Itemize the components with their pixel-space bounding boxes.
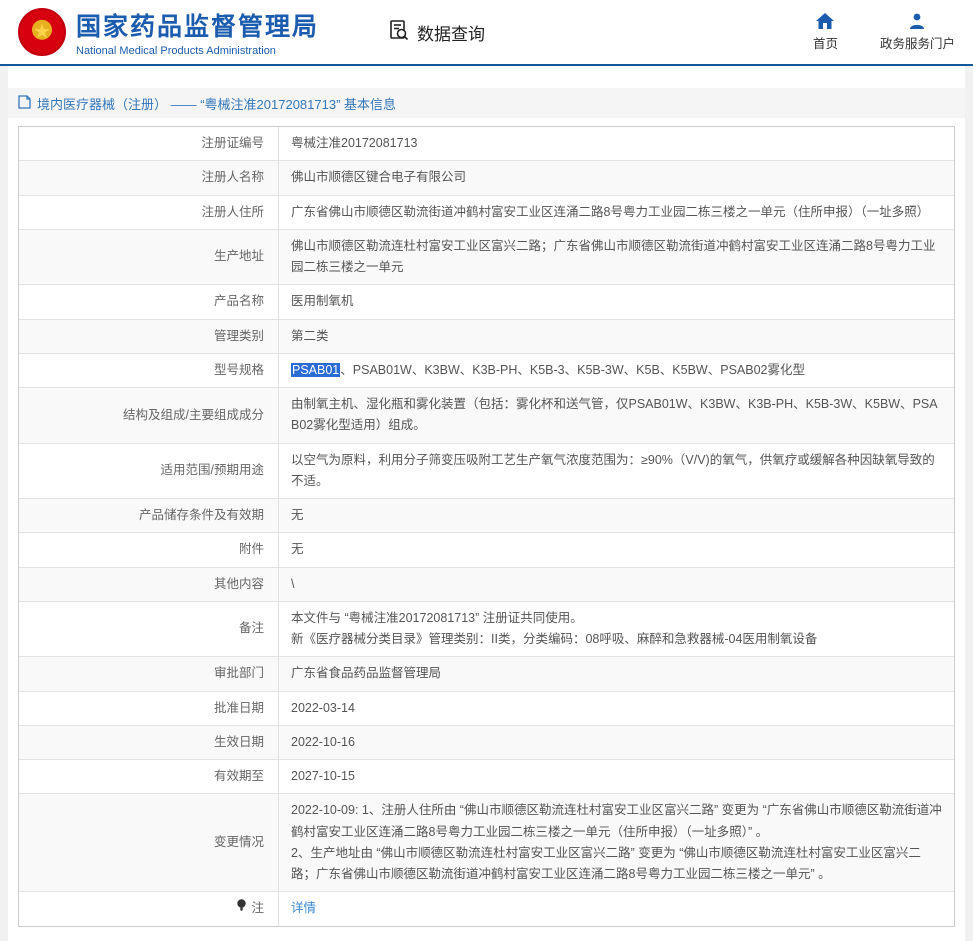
row-value: 佛山市顺德区键合电子有限公司 xyxy=(279,161,954,194)
table-row: 批准日期 2022-03-14 xyxy=(19,692,954,726)
row-label: 有效期至 xyxy=(19,760,279,793)
page-title-bar: 境内医疗器械（注册） —— “粤械注准20172081713” 基本信息 xyxy=(8,88,965,118)
nav-portal[interactable]: 政务服务门户 xyxy=(880,13,955,52)
document-search-icon xyxy=(387,18,411,47)
row-value: 2022-10-16 xyxy=(279,726,954,759)
row-value: 2027-10-15 xyxy=(279,760,954,793)
row-label: 其他内容 xyxy=(19,568,279,601)
row-label: 型号规格 xyxy=(19,354,279,387)
table-row: 注册人名称 佛山市顺德区键合电子有限公司 xyxy=(19,161,954,195)
table-row: 注册证编号 粤械注准20172081713 xyxy=(19,127,954,161)
row-value: 广东省佛山市顺德区勒流街道冲鹤村富安工业区连涌二路8号粤力工业园二栋三楼之一单元… xyxy=(279,196,954,229)
data-query-label: 数据查询 xyxy=(417,20,485,45)
row-value: 佛山市顺德区勒流连杜村富安工业区富兴二路；广东省佛山市顺德区勒流街道冲鹤村富安工… xyxy=(279,230,954,285)
change-line: 2022-10-09: 1、注册人住所由 “佛山市顺德区勒流连杜村富安工业区富兴… xyxy=(291,800,942,843)
table-row: 产品名称 医用制氧机 xyxy=(19,285,954,319)
table-row: 注册人住所 广东省佛山市顺德区勒流街道冲鹤村富安工业区连涌二路8号粤力工业园二栋… xyxy=(19,196,954,230)
remark-line: 新《医疗器械分类目录》管理类别：II类，分类编码：08呼吸、麻醉和急救器械-04… xyxy=(291,629,942,650)
row-label: 注 xyxy=(19,892,279,925)
row-value: 无 xyxy=(279,499,954,532)
row-label: 生产地址 xyxy=(19,230,279,285)
note-lamp-icon xyxy=(236,898,247,919)
row-label: 附件 xyxy=(19,533,279,566)
row-label: 适用范围/预期用途 xyxy=(19,444,279,499)
person-icon xyxy=(909,13,925,29)
table-row-model-spec: 型号规格 PSAB01、PSAB01W、K3BW、K3B-PH、K5B-3、K5… xyxy=(19,354,954,388)
home-icon xyxy=(816,13,834,29)
content-gap xyxy=(8,66,965,88)
nav-home[interactable]: 首页 xyxy=(813,13,838,52)
table-row: 附件 无 xyxy=(19,533,954,567)
brand-text: 国家药品监督管理局 National Medical Products Admi… xyxy=(76,7,319,57)
table-row-change-history: 变更情况 2022-10-09: 1、注册人住所由 “佛山市顺德区勒流连杜村富安… xyxy=(19,794,954,892)
row-label: 备注 xyxy=(19,602,279,657)
details-link[interactable]: 详情 xyxy=(291,901,316,915)
row-value: 第二类 xyxy=(279,320,954,353)
row-label: 变更情况 xyxy=(19,794,279,891)
org-name-en: National Medical Products Administration xyxy=(76,45,319,57)
row-label: 注册人名称 xyxy=(19,161,279,194)
note-label: 注 xyxy=(251,898,264,919)
row-value: 2022-10-09: 1、注册人住所由 “佛山市顺德区勒流连杜村富安工业区富兴… xyxy=(279,794,954,891)
row-value: PSAB01、PSAB01W、K3BW、K3B-PH、K5B-3、K5B-3W、… xyxy=(279,354,954,387)
table-row: 其他内容 \ xyxy=(19,568,954,602)
row-label: 审批部门 xyxy=(19,657,279,690)
table-row: 有效期至 2027-10-15 xyxy=(19,760,954,794)
row-label: 注册证编号 xyxy=(19,127,279,160)
row-value: 粤械注准20172081713 xyxy=(279,127,954,160)
brand-logo[interactable]: ★ 国家药品监督管理局 National Medical Products Ad… xyxy=(18,7,319,57)
row-label: 批准日期 xyxy=(19,692,279,725)
page-title: 境内医疗器械（注册） —— “粤械注准20172081713” 基本信息 xyxy=(37,94,396,113)
row-value: \ xyxy=(279,568,954,601)
row-value: 无 xyxy=(279,533,954,566)
table-row: 生产地址 佛山市顺德区勒流连杜村富安工业区富兴二路；广东省佛山市顺德区勒流街道冲… xyxy=(19,230,954,286)
content-panel: 境内医疗器械（注册） —— “粤械注准20172081713” 基本信息 注册证… xyxy=(8,66,965,941)
table-row: 结构及组成/主要组成成分 由制氧主机、湿化瓶和雾化装置（包括：雾化杯和送气管，仅… xyxy=(19,388,954,444)
selected-model-text: PSAB01 xyxy=(291,363,340,377)
change-line: 2、生产地址由 “佛山市顺德区勒流连杜村富安工业区富兴二路” 变更为 “佛山市顺… xyxy=(291,843,942,886)
document-icon xyxy=(18,95,31,112)
nav-home-label: 首页 xyxy=(813,33,838,52)
table-row: 产品储存条件及有效期 无 xyxy=(19,499,954,533)
row-label: 产品储存条件及有效期 xyxy=(19,499,279,532)
remark-line: 本文件与 “粤械注准20172081713” 注册证共同使用。 xyxy=(291,608,942,629)
model-list-text: 、PSAB01W、K3BW、K3B-PH、K5B-3、K5B-3W、K5B、K5… xyxy=(340,363,805,377)
org-name-cn: 国家药品监督管理局 xyxy=(76,7,319,43)
data-query-tab[interactable]: 数据查询 xyxy=(387,18,485,47)
row-label: 生效日期 xyxy=(19,726,279,759)
table-row: 审批部门 广东省食品药品监督管理局 xyxy=(19,657,954,691)
table-row: 适用范围/预期用途 以空气为原料，利用分子筛变压吸附工艺生产氧气浓度范围为：≥9… xyxy=(19,444,954,500)
registration-info-table: 注册证编号 粤械注准20172081713 注册人名称 佛山市顺德区键合电子有限… xyxy=(18,126,955,927)
table-row-note: 注 详情 xyxy=(19,892,954,925)
row-value: 医用制氧机 xyxy=(279,285,954,318)
site-header: ★ 国家药品监督管理局 National Medical Products Ad… xyxy=(0,0,973,66)
row-value: 本文件与 “粤械注准20172081713” 注册证共同使用。 新《医疗器械分类… xyxy=(279,602,954,657)
row-value: 以空气为原料，利用分子筛变压吸附工艺生产氧气浓度范围为：≥90%（V/V)的氧气… xyxy=(279,444,954,499)
nav-portal-label: 政务服务门户 xyxy=(880,33,955,52)
header-nav: 首页 政务服务门户 xyxy=(813,13,955,52)
row-value: 2022-03-14 xyxy=(279,692,954,725)
row-value: 由制氧主机、湿化瓶和雾化装置（包括：雾化杯和送气管，仅PSAB01W、K3BW、… xyxy=(279,388,954,443)
table-row-remarks: 备注 本文件与 “粤械注准20172081713” 注册证共同使用。 新《医疗器… xyxy=(19,602,954,658)
row-label: 结构及组成/主要组成成分 xyxy=(19,388,279,443)
table-row: 管理类别 第二类 xyxy=(19,320,954,354)
row-value: 广东省食品药品监督管理局 xyxy=(279,657,954,690)
table-row: 生效日期 2022-10-16 xyxy=(19,726,954,760)
row-value: 详情 xyxy=(279,892,954,925)
row-label: 注册人住所 xyxy=(19,196,279,229)
row-label: 管理类别 xyxy=(19,320,279,353)
row-label: 产品名称 xyxy=(19,285,279,318)
national-emblem-icon: ★ xyxy=(18,8,66,56)
